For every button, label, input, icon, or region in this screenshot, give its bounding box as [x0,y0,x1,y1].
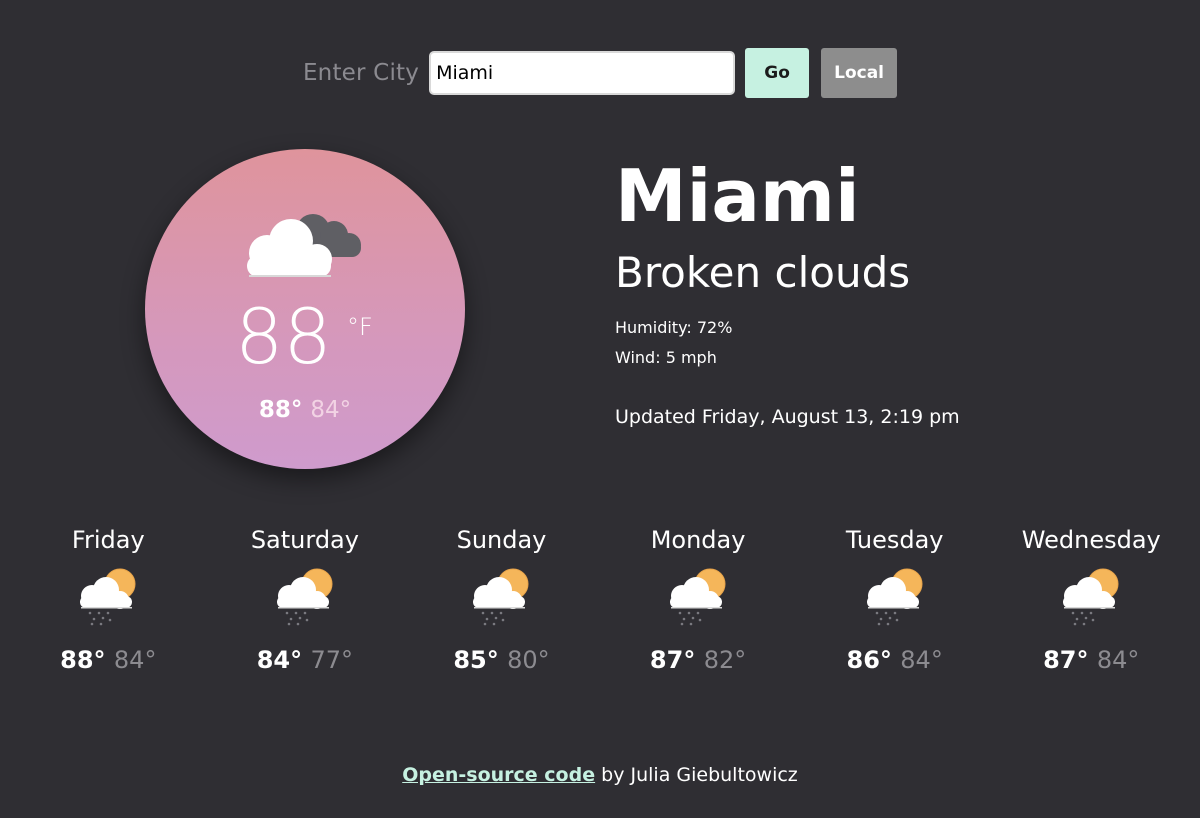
forecast-low: 84° [900,646,943,674]
forecast-temps: 88° 84° [10,646,207,674]
current-low: 84° [310,397,352,423]
forecast-high: 87° [649,646,696,674]
forecast-low: 84° [1096,646,1140,674]
rain-partly-sunny-icon [70,562,146,634]
broken-clouds-icon [247,214,361,277]
rain-partly-sunny-icon [857,562,933,634]
updated-timestamp: Updated Friday, August 13, 2:19 pm [615,406,960,428]
current-high: 88° [258,397,303,423]
rain-partly-sunny-icon [463,562,539,634]
forecast-low: 77° [310,646,354,674]
rain-partly-sunny-icon [660,562,736,634]
forecast-day: Tuesday 86° 84° [796,524,993,674]
forecast-day: Monday 87° 82° [600,524,797,674]
current-high-low: 88° 84° [145,397,465,423]
forecast-row: Friday 88° 84° Saturday 84° 77° Sunday 8… [10,524,1190,674]
search-label: Enter City [302,60,420,86]
city-search-input[interactable] [429,51,736,95]
forecast-day-name: Sunday [456,526,547,554]
go-button[interactable]: Go [745,48,810,98]
forecast-day: Saturday 84° 77° [207,524,404,674]
forecast-day: Friday 88° 84° [10,524,207,674]
forecast-high: 87° [1043,646,1089,674]
forecast-high: 84° [256,646,303,674]
wind-text: Wind: 5 mph [615,348,717,367]
forecast-low: 84° [113,646,157,674]
temperature-unit[interactable]: °F [347,313,373,341]
forecast-high: 88° [60,646,106,674]
forecast-day-name: Saturday [250,526,359,554]
forecast-day: Wednesday 87° 84° [993,524,1190,674]
forecast-high: 85° [453,646,499,674]
footer: Open-source code by Julia Giebultowicz [0,764,1200,786]
forecast-day-name: Tuesday [845,526,944,554]
rain-partly-sunny-icon [267,562,343,634]
city-search-bar: Enter City Go Local [0,48,1200,98]
forecast-day-name: Monday [650,526,746,554]
forecast-high: 86° [846,646,892,674]
current-temperature: 88 [235,292,332,381]
local-button[interactable]: Local [821,48,898,98]
forecast-low: 82° [703,646,747,674]
forecast-temps: 85° 80° [403,646,600,674]
humidity-text: Humidity: 72% [615,318,733,337]
city-name: Miami [615,154,860,238]
rain-partly-sunny-icon [1053,562,1129,634]
forecast-day: Sunday 85° 80° [403,524,600,674]
current-weather-circle: 88 °F 88° 84° [145,149,465,469]
forecast-day-name: Friday [71,526,145,554]
forecast-temps: 87° 84° [993,646,1190,674]
open-source-link[interactable]: Open-source code [402,764,595,786]
weather-description: Broken clouds [615,248,911,297]
forecast-temps: 86° 84° [796,646,993,674]
forecast-temps: 87° 82° [600,646,797,674]
footer-author: by Julia Giebultowicz [595,764,798,786]
forecast-day-name: Wednesday [1021,526,1161,554]
forecast-temps: 84° 77° [207,646,404,674]
forecast-low: 80° [507,646,550,674]
